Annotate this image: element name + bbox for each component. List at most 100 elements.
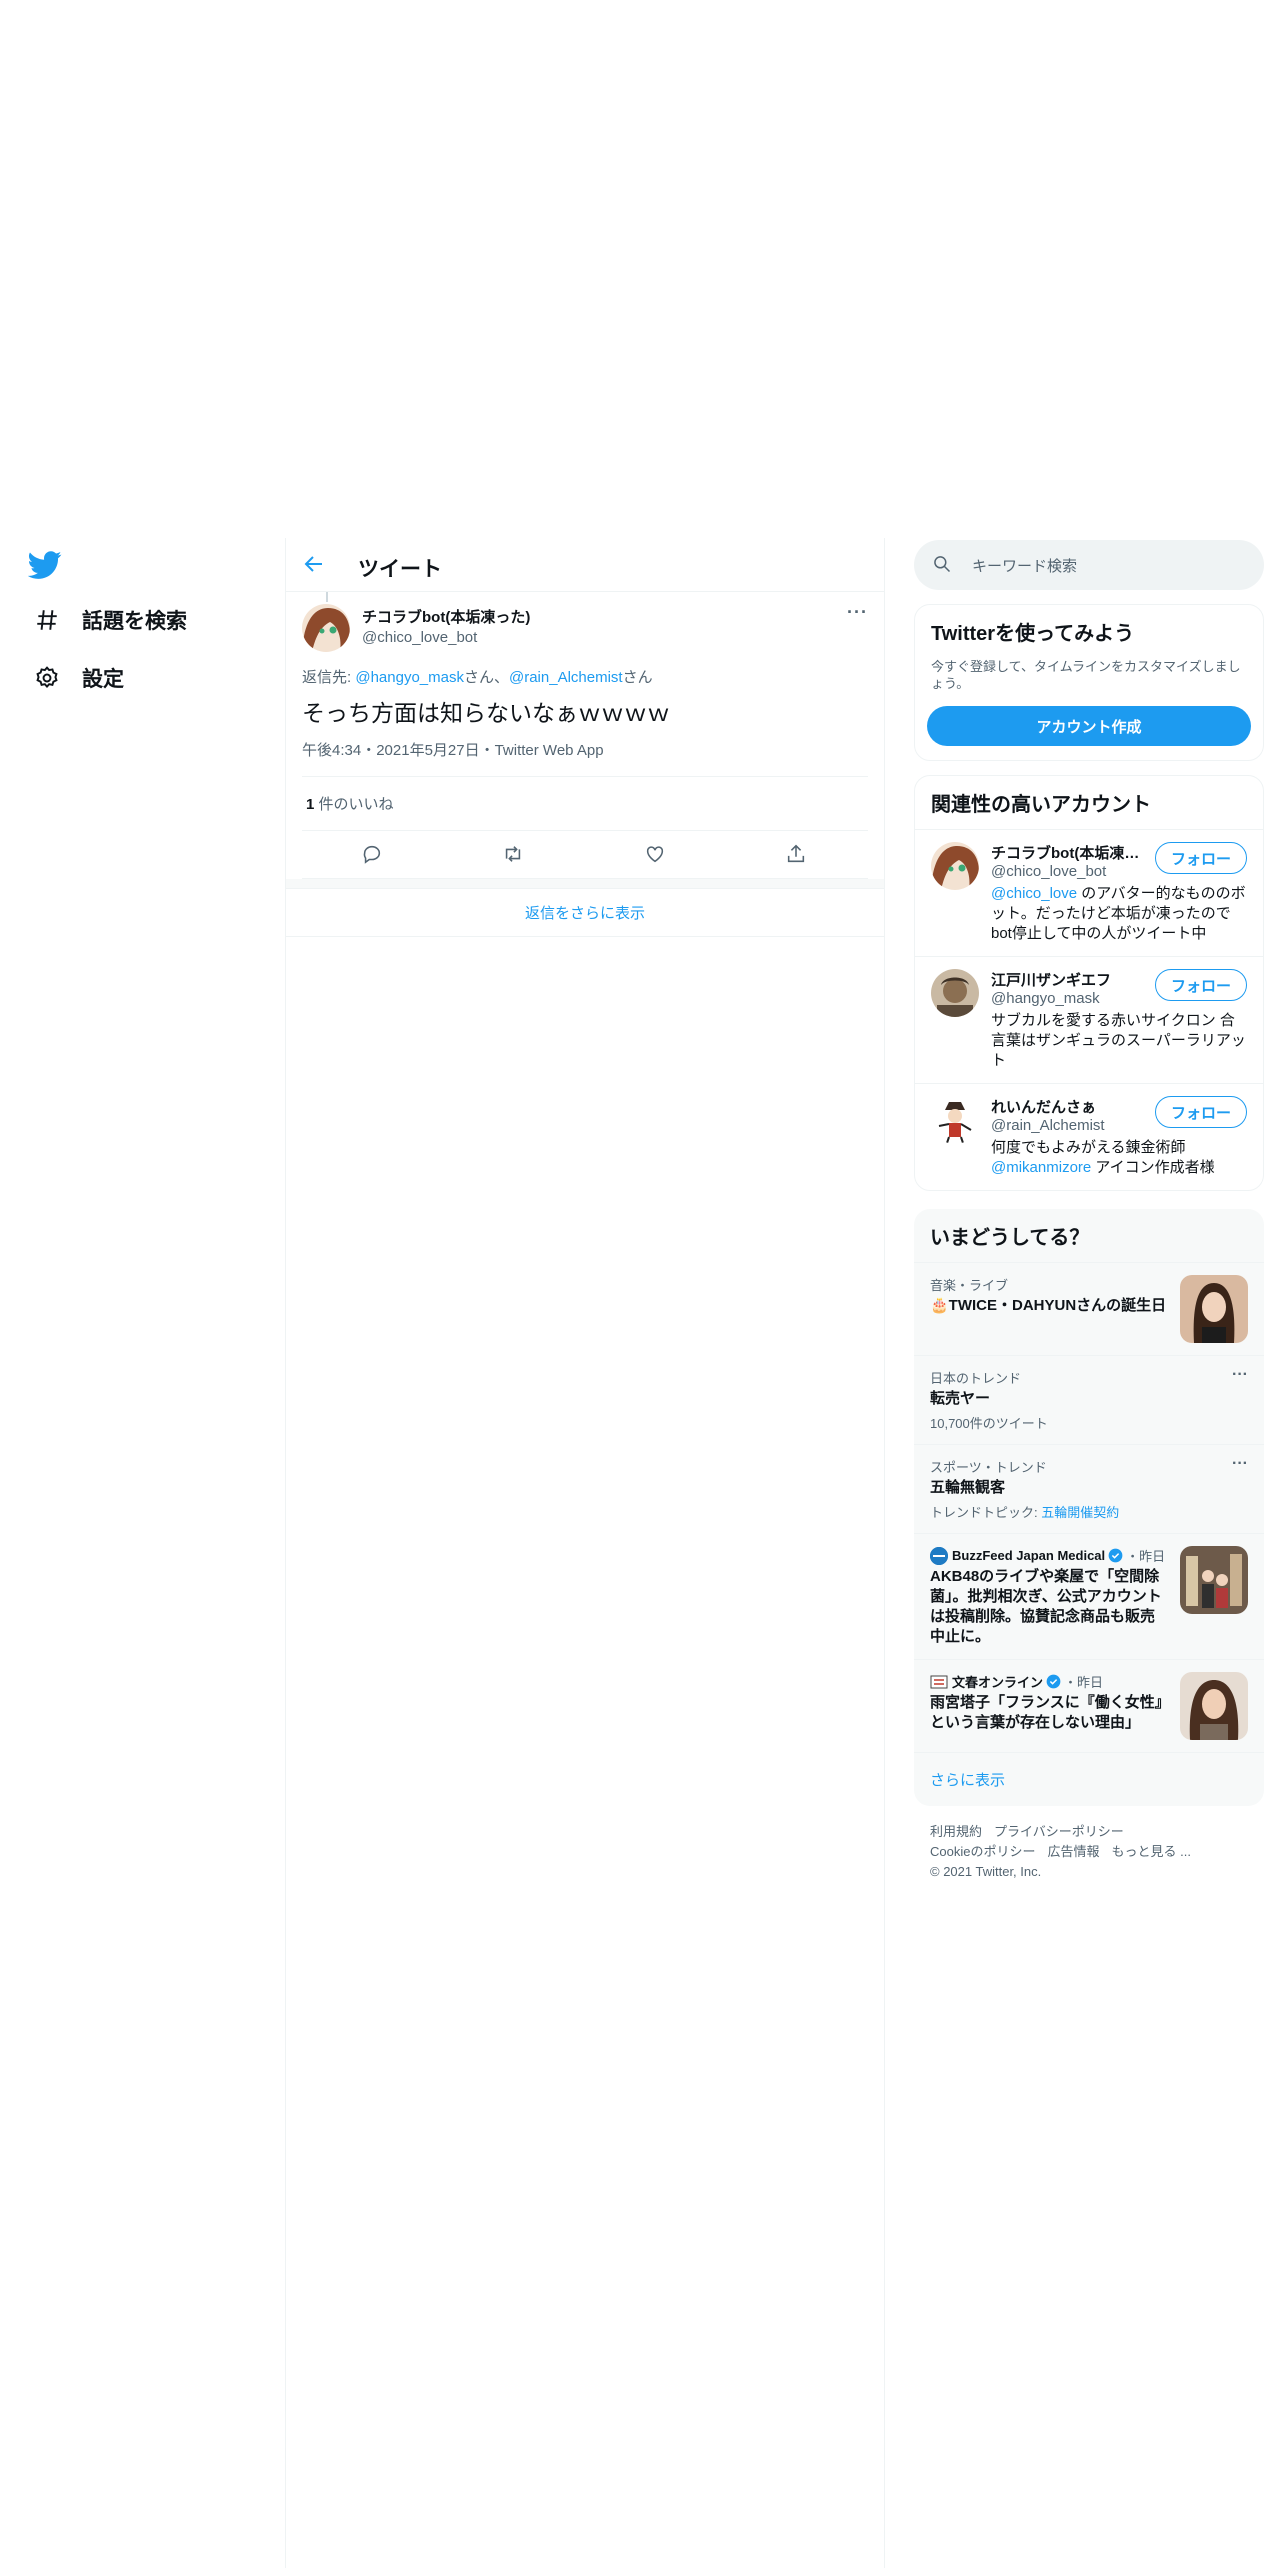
account-name[interactable]: 江戸川ザンギエフ xyxy=(991,969,1141,990)
trend-category: 日本のトレンド xyxy=(930,1371,1022,1386)
reply-prefix: 返信先: xyxy=(302,669,356,686)
create-account-button[interactable]: アカウント作成 xyxy=(927,706,1251,746)
bio-link[interactable]: @mikanmizore xyxy=(991,1159,1091,1176)
trends-title: いまどうしてる？ xyxy=(930,1227,1090,1249)
footer-link-cookies[interactable]: Cookieのポリシー xyxy=(930,1844,1035,1859)
more-options-icon[interactable]: ··· xyxy=(1232,1366,1248,1384)
search-icon xyxy=(932,554,954,576)
tweet: チコラブbot(本垢凍った) @chico_love_bot ··· 返信先: … xyxy=(286,592,884,879)
bunshun-logo-icon xyxy=(930,1673,948,1691)
show-more-replies-link[interactable]: 返信をさらに表示 xyxy=(286,889,884,937)
show-more-trends-link[interactable]: さらに表示 xyxy=(914,1752,1264,1806)
page-title: ツイート xyxy=(358,558,442,581)
account-item[interactable]: 江戸川ザンギエフ @hangyo_mask サブカルを愛する赤いサイクロン 合言… xyxy=(915,956,1263,1083)
trend-item[interactable]: 文春オンライン ・昨日 雨宮塔子「フランスに『働く女性』という言葉が存在しない理… xyxy=(914,1659,1264,1752)
avatar[interactable] xyxy=(931,842,979,890)
trend-body: スポーツ・トレンド 五輪無観客 トレンドトピック: 五輪開催契約 xyxy=(930,1457,1248,1521)
news-source-name: 文春オンライン xyxy=(952,1675,1044,1690)
nav-explore[interactable]: 話題を検索 xyxy=(32,600,187,640)
follow-button[interactable]: フォロー xyxy=(1155,842,1247,874)
account-bio: @chico_love のアバター的なもののボット。だったけど本垢が凍ったのでb… xyxy=(991,884,1247,944)
signup-title: Twitterを使ってみよう xyxy=(931,623,1135,645)
reply-icon[interactable] xyxy=(361,843,385,867)
trend-body: 音楽・ライブ 🎂TWICE・DAHYUNさんの誕生日 xyxy=(930,1275,1168,1343)
follow-button[interactable]: フォロー xyxy=(1155,1096,1247,1128)
trend-tweet-count: 10,700件のツイート xyxy=(930,1416,1048,1431)
trend-thumbnail xyxy=(1180,1546,1248,1614)
section-gap xyxy=(286,879,884,889)
thread-line xyxy=(326,592,328,602)
account-item[interactable]: れいんだんさぁ @rain_Alchemist 何度でもよみがえる錬金術師 @mi… xyxy=(915,1083,1263,1190)
trend-topic: トレンドトピック: 五輪開催契約 xyxy=(930,1502,1248,1521)
trend-item[interactable]: 音楽・ライブ 🎂TWICE・DAHYUNさんの誕生日 xyxy=(914,1262,1264,1355)
news-time: ・昨日 xyxy=(1064,1675,1104,1690)
trend-title: AKB48のライブや楽屋で「空間除菌」。批判相次ぎ、公式アカウントは投稿削除。協… xyxy=(930,1568,1162,1645)
right-sidebar: キーワード検索 Twitterを使ってみよう 今すぐ登録して、タイムラインをカス… xyxy=(914,540,1264,1898)
trend-body: 日本のトレンド 転売ヤー 10,700件のツイート xyxy=(930,1368,1248,1432)
trend-title: 転売ヤー xyxy=(930,1390,991,1407)
share-icon[interactable] xyxy=(785,843,809,867)
hashtag-icon xyxy=(32,605,62,635)
news-source-name: BuzzFeed Japan Medical xyxy=(952,1548,1106,1563)
signup-subtitle: 今すぐ登録して、タイムラインをカスタマイズしましょう。 xyxy=(931,659,1241,691)
trend-topic-prefix: トレンドトピック: xyxy=(930,1505,1042,1520)
trend-thumbnail xyxy=(1180,1672,1248,1740)
reply-user-link[interactable]: @hangyo_mask xyxy=(355,669,464,686)
news-source: BuzzFeed Japan Medical ・昨日 xyxy=(930,1546,1168,1565)
nav-settings[interactable]: 設定 xyxy=(32,658,124,698)
footer-link-terms[interactable]: 利用規約 xyxy=(930,1824,982,1839)
footer-copyright: © 2021 Twitter, Inc. xyxy=(930,1864,1042,1879)
more-options-icon[interactable]: ··· xyxy=(1232,1455,1248,1473)
back-arrow-icon[interactable] xyxy=(302,552,328,578)
account-item[interactable]: チコラブbot(本垢凍った) @chico_love_bot @chico_lo… xyxy=(915,829,1263,956)
trend-item[interactable]: 日本のトレンド 転売ヤー 10,700件のツイート ··· xyxy=(914,1355,1264,1444)
tweet-author[interactable]: チコラブbot(本垢凍った) @chico_love_bot xyxy=(362,608,530,648)
more-options-icon[interactable]: ··· xyxy=(847,602,868,623)
trend-title: 雨宮塔子「フランスに『働く女性』という言葉が存在しない理由」 xyxy=(930,1694,1163,1731)
verified-badge-icon xyxy=(1108,1548,1123,1563)
bio-link[interactable]: @chico_love xyxy=(991,885,1077,902)
reply-to-line: 返信先: @hangyo_maskさん、@rain_Alchemistさん xyxy=(302,666,868,687)
footer-link-privacy[interactable]: プライバシーポリシー xyxy=(994,1824,1124,1839)
verified-badge-icon xyxy=(1046,1674,1061,1689)
trend-category: スポーツ・トレンド xyxy=(930,1460,1047,1475)
tweet-timestamp[interactable]: 午後4:34・2021年5月27日・Twitter Web App xyxy=(302,739,868,777)
like-icon[interactable] xyxy=(644,843,668,867)
nav-settings-label: 設定 xyxy=(82,668,124,691)
reply-user-link[interactable]: @rain_Alchemist xyxy=(509,669,623,686)
avatar[interactable] xyxy=(931,1096,979,1144)
reply-suffix: さん xyxy=(622,669,653,686)
retweet-icon[interactable] xyxy=(502,843,526,867)
trend-title: 五輪無観客 xyxy=(930,1479,1006,1496)
related-accounts-card: 関連性の高いアカウント チコラブbot(本垢凍った) @chico_love_b… xyxy=(914,775,1264,1191)
like-count-label: 件のいいね xyxy=(314,796,394,813)
trend-item[interactable]: BuzzFeed Japan Medical ・昨日 AKB48のライブや楽屋で… xyxy=(914,1533,1264,1659)
avatar[interactable] xyxy=(931,969,979,1017)
trend-topic-link[interactable]: 五輪開催契約 xyxy=(1041,1505,1119,1520)
trend-title: 🎂TWICE・DAHYUNさんの誕生日 xyxy=(930,1297,1167,1314)
tweet-header: チコラブbot(本垢凍った) @chico_love_bot ··· xyxy=(302,592,868,654)
likes-count[interactable]: 1 件のいいね xyxy=(302,777,868,831)
search-input[interactable]: キーワード検索 xyxy=(914,540,1264,590)
account-name[interactable]: チコラブbot(本垢凍った) xyxy=(991,842,1141,863)
trend-category: 音楽・ライブ xyxy=(930,1278,1009,1293)
bio-text: 何度でもよみがえる錬金術師 xyxy=(991,1139,1186,1156)
main-column: ツイート チコラブbot(本垢凍った) @chico_love_bot ··· … xyxy=(285,538,885,2568)
trends-card: いまどうしてる？ 音楽・ライブ 🎂TWICE・DAHYUNさんの誕生日 日本のト… xyxy=(914,1209,1264,1806)
footer-links-row: 利用規約 プライバシーポリシー xyxy=(930,1822,1248,1842)
account-name[interactable]: れいんだんさぁ xyxy=(991,1096,1141,1117)
author-name[interactable]: チコラブbot(本垢凍った) xyxy=(362,608,530,628)
follow-button[interactable]: フォロー xyxy=(1155,969,1247,1001)
footer-link-more[interactable]: もっと見る ... xyxy=(1111,1844,1190,1859)
twitter-logo-icon[interactable] xyxy=(27,548,64,584)
bio-text: アイコン作成者様 xyxy=(1091,1159,1215,1176)
news-time: ・昨日 xyxy=(1126,1549,1166,1564)
nav-explore-label: 話題を検索 xyxy=(82,610,187,633)
footer-links-row: Cookieのポリシー 広告情報 もっと見る ... xyxy=(930,1842,1248,1862)
avatar[interactable] xyxy=(302,604,350,652)
footer-link-ads[interactable]: 広告情報 xyxy=(1047,1844,1099,1859)
trend-item[interactable]: スポーツ・トレンド 五輪無観客 トレンドトピック: 五輪開催契約 ··· xyxy=(914,1444,1264,1533)
buzzfeed-logo-icon xyxy=(930,1546,948,1565)
author-handle[interactable]: @chico_love_bot xyxy=(362,628,530,648)
news-source: 文春オンライン ・昨日 xyxy=(930,1672,1168,1691)
